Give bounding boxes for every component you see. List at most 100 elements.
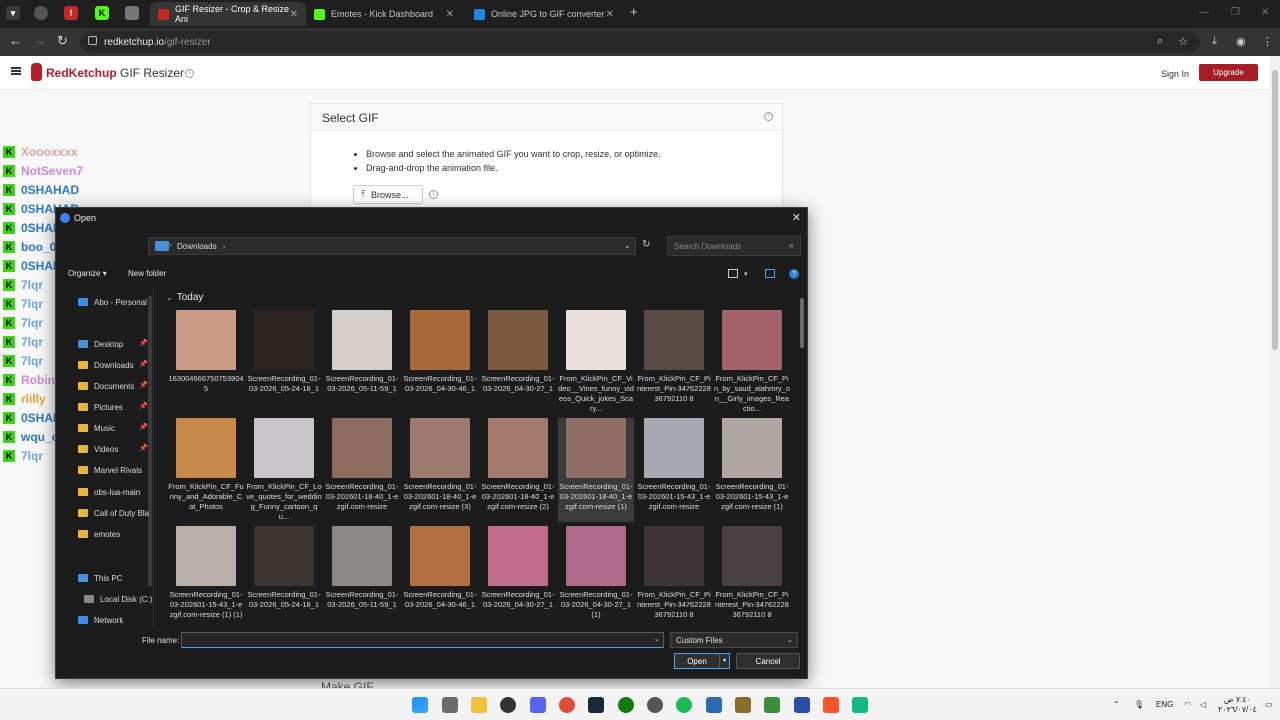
notification-icon[interactable]: ▭ <box>1265 700 1273 709</box>
close-icon[interactable]: ✕ <box>792 211 801 224</box>
nav-item[interactable]: obs-lua-main <box>78 485 140 499</box>
nav-item[interactable]: Abo - Personal <box>78 295 147 309</box>
nav-scrollbar[interactable] <box>148 296 152 586</box>
language-indicator[interactable]: ENG <box>1156 700 1173 709</box>
help-icon[interactable]: ? <box>764 112 773 121</box>
ketchup-logo-icon[interactable] <box>31 63 42 81</box>
help-icon[interactable]: ? <box>789 269 799 279</box>
chat-username[interactable]: Xoooxxxx <box>21 145 78 159</box>
chevron-down-icon[interactable]: ▾ <box>744 270 748 278</box>
browse-button[interactable]: ⤒ Browse... <box>353 185 423 204</box>
breadcrumb[interactable]: › Downloads › <box>148 237 636 255</box>
nav-item[interactable]: Marvel Rivals <box>78 463 142 477</box>
chat-username[interactable]: 7lqr <box>21 278 43 292</box>
sign-in-link[interactable]: Sign In <box>1161 69 1189 79</box>
chat-username[interactable]: 7lqr <box>21 316 43 330</box>
file-item[interactable]: ScreenRecording_01-03-202601-18-40_1-ezg… <box>324 418 400 522</box>
address-bar[interactable]: redketchup.io/gif-resizer <box>80 31 1200 53</box>
chat-username[interactable]: 7lqr <box>21 354 43 368</box>
discord-icon[interactable] <box>530 697 546 713</box>
cancel-button[interactable]: Cancel <box>736 653 800 669</box>
file-name-input[interactable] <box>181 632 664 648</box>
nav-item[interactable]: Documents <box>78 379 134 393</box>
file-item[interactable]: From_KlickPin_CF_Pinterest_Pin-347622283… <box>636 526 712 630</box>
breadcrumb-downloads[interactable]: Downloads <box>177 242 217 251</box>
nav-item[interactable]: This PC <box>78 571 122 585</box>
file-item[interactable]: ScreenRecording_01-03-202601-18-40_1-ezg… <box>558 418 634 522</box>
chat-username[interactable]: 7lqr <box>21 449 43 463</box>
xbox-icon[interactable] <box>618 697 634 713</box>
reload-icon[interactable]: ↻ <box>57 34 68 48</box>
upgrade-button[interactable]: Upgrade <box>1199 64 1258 81</box>
brand-name[interactable]: RedKetchup <box>46 66 117 80</box>
microphone-icon[interactable]: 🎙 <box>1134 700 1144 709</box>
obs-icon[interactable] <box>647 697 663 713</box>
file-item[interactable]: ScreenRecording_01-03-2026_04-30-27_1 (1… <box>558 526 634 630</box>
bookmark-star-icon[interactable]: ☆ <box>1178 35 1188 48</box>
chevron-up-icon[interactable]: ⌃ <box>1113 700 1120 709</box>
file-item[interactable]: From_KlickPin_CF_Pinterest_Pin-347622283… <box>636 310 712 414</box>
file-item[interactable]: ScreenRecording_01-03-2026_05-24-18_1 <box>246 310 322 414</box>
app-icon[interactable] <box>794 697 810 713</box>
nav-item[interactable]: Pictures <box>78 400 123 414</box>
file-item[interactable]: ScreenRecording_01-03-2026_04-30-46_1 <box>402 310 478 414</box>
file-item[interactable]: 1630046667507539045 <box>168 310 244 414</box>
nav-item[interactable]: emotes <box>78 527 120 541</box>
menu-kebab-icon[interactable]: ⋮ <box>1262 35 1273 48</box>
open-button[interactable]: Open ▾ <box>674 653 730 669</box>
nav-item[interactable]: Local Disk (C:) <box>84 592 152 606</box>
preview-pane-icon[interactable] <box>765 269 775 278</box>
file-type-select[interactable]: Custom Files ⌄ <box>670 632 798 648</box>
forward-icon[interactable]: → <box>33 34 46 48</box>
app-icon[interactable] <box>764 697 780 713</box>
file-item[interactable]: ScreenRecording_01-03-202601-18-40_1-ezg… <box>402 418 478 522</box>
chat-username[interactable]: rlilly <box>21 392 46 406</box>
profile-icon[interactable]: ◉ <box>1236 35 1246 48</box>
close-icon[interactable]: ✕ <box>446 9 454 20</box>
brave-icon[interactable] <box>823 697 839 713</box>
hamburger-menu-icon[interactable] <box>11 67 21 75</box>
spotify-icon[interactable] <box>676 697 692 713</box>
minimize-icon[interactable]: — <box>1199 7 1209 18</box>
search-input[interactable]: Search Downloads ⌕ <box>667 236 801 256</box>
new-folder-button[interactable]: New folder <box>128 269 166 278</box>
nav-item[interactable]: Downloads <box>78 358 134 372</box>
file-item[interactable]: ScreenRecording_01-03-2026_05-24-18_1 <box>246 526 322 630</box>
page-scrollbar[interactable] <box>1270 56 1280 688</box>
file-item[interactable]: ScreenRecording_01-03-202601-15-43_1-ezg… <box>636 418 712 522</box>
refresh-icon[interactable]: ↻ <box>642 239 650 250</box>
wifi-icon[interactable]: ◠ <box>1184 700 1191 709</box>
back-icon[interactable]: ← <box>9 34 22 48</box>
file-item[interactable]: ScreenRecording_01-03-202601-15-43_1-ezg… <box>714 418 790 522</box>
app-icon[interactable] <box>852 697 868 713</box>
chat-username[interactable]: 0SHAHAD <box>21 183 79 197</box>
pinned-tab-1[interactable] <box>34 6 48 20</box>
file-item[interactable]: ScreenRecording_01-03-202601-15-43_1-ezg… <box>168 526 244 630</box>
pinned-tab-2[interactable]: ! <box>64 6 78 20</box>
chat-username[interactable]: 7lqr <box>21 297 43 311</box>
file-item[interactable]: ScreenRecording_01-03-202601-18-40_1-ezg… <box>480 418 556 522</box>
nav-item[interactable]: Call of Duty Bla <box>78 506 149 520</box>
browse-info-icon[interactable]: i <box>429 190 438 199</box>
tab-kick-dashboard[interactable]: Emotes - Kick Dashboard ✕ <box>306 2 462 26</box>
download-icon[interactable]: ⤓ <box>1212 35 1217 48</box>
pinned-tab-3[interactable] <box>125 6 139 20</box>
volume-icon[interactable]: ◁ <box>1200 700 1206 709</box>
maximize-icon[interactable]: ❐ <box>1231 7 1240 18</box>
tab-search-button[interactable]: ▾ <box>6 6 20 20</box>
close-icon[interactable]: ✕ <box>290 9 298 20</box>
task-view-icon[interactable] <box>442 697 458 713</box>
chat-username[interactable]: 7lqr <box>21 335 43 349</box>
tab-gif-resizer[interactable]: GIF Resizer - Crop & Resize Ani ✕ <box>150 2 306 26</box>
pinned-tab-kick[interactable]: K <box>95 6 109 20</box>
clock[interactable]: ٧:٤٠ ص ٢٠٢٦/٠٧/٠٤ <box>1218 695 1257 715</box>
steam-icon[interactable] <box>588 697 604 713</box>
zoom-icon[interactable]: ⌕ <box>1157 35 1163 48</box>
nav-item[interactable]: Network <box>78 613 123 627</box>
file-item[interactable]: ScreenRecording_01-03-2026_05-11-59_1 <box>324 310 400 414</box>
file-item[interactable]: From_KlickPin_CF_Pin_by_saud_alahmry_on_… <box>714 310 790 414</box>
app-icon[interactable] <box>735 697 751 713</box>
info-icon[interactable]: i <box>185 69 194 78</box>
grid-scrollbar[interactable] <box>800 298 804 348</box>
file-item[interactable]: ScreenRecording_01-03-2026_05-11-59_1 <box>324 526 400 630</box>
